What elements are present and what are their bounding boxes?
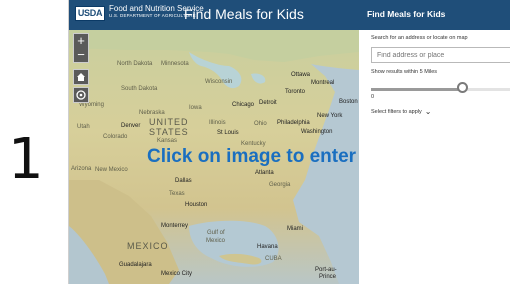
app-title: Find Meals for Kids <box>184 6 304 22</box>
map-label-st-louis: St Louis <box>217 130 239 136</box>
address-search-input[interactable] <box>372 48 510 62</box>
map-label-montreal: Montreal <box>311 80 335 86</box>
map-label-new-york: New York <box>317 113 343 119</box>
slider-min-label: 0 <box>371 94 375 100</box>
map-label-iowa: Iowa <box>189 105 202 111</box>
filters-label: Select filters to apply <box>371 109 422 115</box>
map-label-north-dakota: North Dakota <box>117 61 153 67</box>
zoom-in-button[interactable]: + <box>74 34 88 48</box>
map-label-illinois: Illinois <box>209 120 226 126</box>
map-label-washington: Washington <box>301 129 333 135</box>
map-label-gulf-of: Gulf of <box>207 230 225 236</box>
map-label-cuba: CUBA <box>265 256 282 262</box>
map-label-chicago: Chicago <box>232 102 255 108</box>
map-label-dallas: Dallas <box>175 178 192 184</box>
map-label-philadelphia: Philadelphia <box>277 120 310 126</box>
map-label-houston: Houston <box>185 202 208 208</box>
map-label-texas: Texas <box>169 191 185 197</box>
zoom-control: + − <box>73 33 89 63</box>
map-label-monterrey: Monterrey <box>161 223 189 229</box>
lake-erie-water <box>251 73 266 84</box>
map-label-denver: Denver <box>121 123 141 129</box>
app-header: USDA Food and Nutrition Service U.S. DEP… <box>69 0 359 30</box>
home-icon <box>77 73 85 81</box>
map-label-detroit: Detroit <box>259 100 277 106</box>
map-label-ottawa: Ottawa <box>291 72 311 78</box>
search-panel: Find Meals for Kids Search for an addres… <box>359 0 510 284</box>
map-label-utah: Utah <box>77 124 90 130</box>
map-label-georgia: Georgia <box>269 182 291 188</box>
app-window: USDA Food and Nutrition Service U.S. DEP… <box>68 0 510 284</box>
zoom-out-button[interactable]: − <box>74 48 88 62</box>
map-label-havana: Havana <box>257 244 278 250</box>
locate-icon <box>76 90 86 100</box>
map-label-south-dakota: South Dakota <box>121 86 158 92</box>
map-label-nebraska: Nebraska <box>139 110 165 116</box>
panel-title: Find Meals for Kids <box>367 9 446 19</box>
map-label-miami: Miami <box>287 226 303 232</box>
map-label-guadalajara: Guadalajara <box>119 262 152 268</box>
radius-slider-track[interactable] <box>371 88 510 91</box>
filters-toggle[interactable]: Select filters to apply ⌄ <box>371 107 431 116</box>
home-button[interactable] <box>73 69 89 85</box>
canada-region <box>69 30 359 62</box>
map-label-states: STATES <box>149 127 189 137</box>
usda-logo: USDA <box>75 6 105 21</box>
map-label-gulf-mexico: Mexico <box>206 238 226 244</box>
map-label-wisconsin: Wisconsin <box>205 79 233 85</box>
radius-slider-fill <box>371 88 462 91</box>
map-label-minnesota: Minnesota <box>161 61 189 67</box>
map-label-colorado: Colorado <box>103 134 128 140</box>
radius-label: Show results within 5 Miles <box>371 69 438 75</box>
map-label-united: UNITED <box>149 117 189 127</box>
map-label-toronto: Toronto <box>285 89 306 95</box>
atlantic-ocean <box>293 64 359 284</box>
locate-button[interactable] <box>73 87 89 103</box>
map-label-new-mexico: New Mexico <box>95 167 128 173</box>
chevron-down-icon: ⌄ <box>424 107 432 116</box>
map-label-boston: Boston <box>339 99 358 105</box>
map-label-ohio: Ohio <box>254 121 267 127</box>
search-box <box>371 47 510 63</box>
slide-number: 1 <box>8 127 44 192</box>
map-label-prince: Prince <box>319 274 337 280</box>
map-label-atlanta: Atlanta <box>255 170 274 176</box>
map-label-mexico-city: Mexico City <box>161 271 193 277</box>
map-label-mexico: MEXICO <box>127 241 169 251</box>
search-hint: Search for an address or locate on map <box>371 35 468 41</box>
panel-header: Find Meals for Kids <box>359 0 510 30</box>
radius-slider-thumb[interactable] <box>457 82 468 93</box>
map-label-kansas: Kansas <box>157 138 178 144</box>
map-label-arizona: Arizona <box>71 166 92 172</box>
map-label-port-au: Port-au- <box>315 267 337 273</box>
